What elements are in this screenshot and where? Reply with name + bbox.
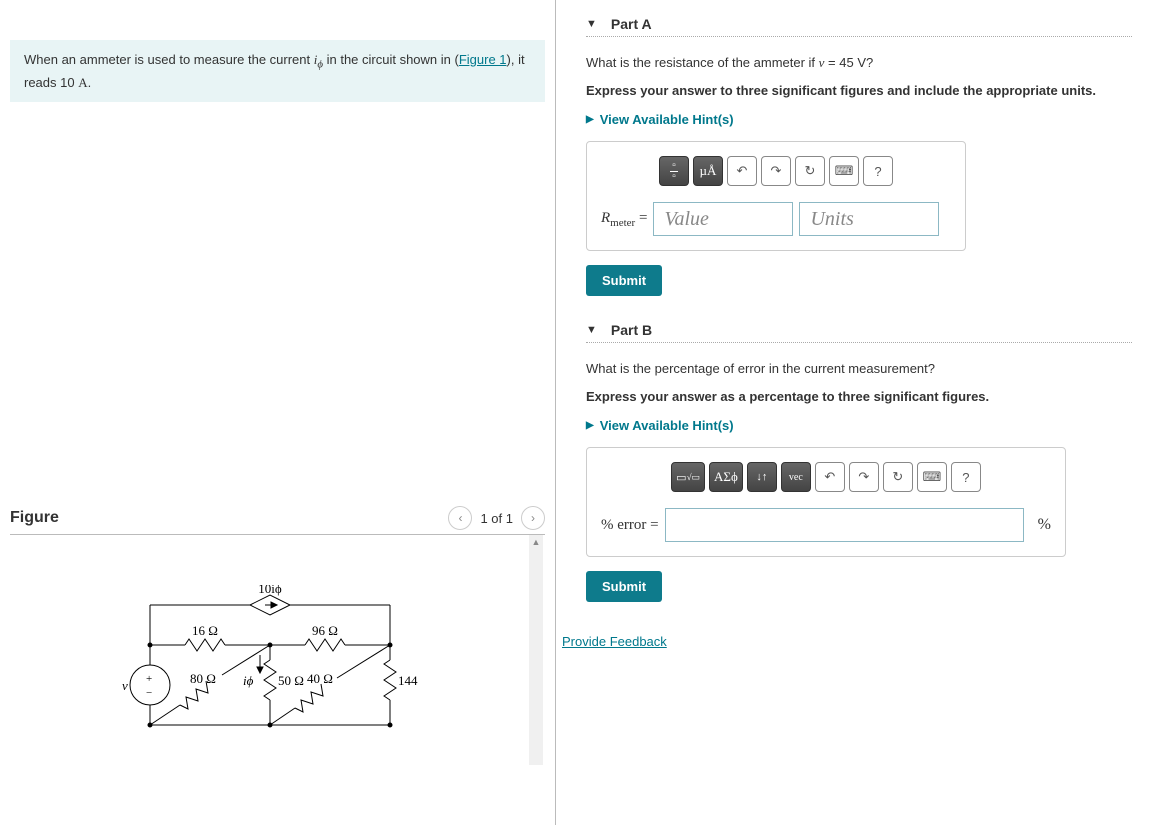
percent-suffix: %: [1030, 516, 1051, 534]
figure-prev-button[interactable]: ‹: [448, 506, 472, 530]
label-r3: 80 Ω: [190, 671, 216, 686]
units-button[interactable]: µÅ: [693, 156, 723, 186]
part-a-header[interactable]: ▼ Part A: [586, 16, 1132, 37]
figure-title: Figure: [10, 509, 59, 527]
part-a-instruction: Express your answer to three significant…: [586, 81, 1132, 101]
problem-text-mid: in the circuit shown in (: [323, 52, 459, 67]
part-a-hints-toggle[interactable]: ▶ View Available Hint(s): [586, 112, 1132, 127]
label-r2: 96 Ω: [312, 623, 338, 638]
part-b-title: Part B: [611, 322, 652, 338]
problem-statement: When an ammeter is used to measure the c…: [10, 40, 545, 102]
subscript-button[interactable]: ↓↑: [747, 462, 777, 492]
vector-button[interactable]: vec: [781, 462, 811, 492]
part-a-answer-area: ▫▫ µÅ ↶ ↷ ↻ ⌨ ? Rmeter = Value Units: [586, 141, 966, 251]
keyboard-button[interactable]: ⌨: [829, 156, 859, 186]
greek-button[interactable]: ΑΣϕ: [709, 462, 743, 492]
unit-A: A: [78, 75, 87, 90]
part-b-hints-toggle[interactable]: ▶ View Available Hint(s): [586, 418, 1132, 433]
label-r5: 40 Ω: [307, 671, 333, 686]
help-button[interactable]: ?: [951, 462, 981, 492]
part-b-submit-button[interactable]: Submit: [586, 571, 662, 602]
keyboard-button[interactable]: ⌨: [917, 462, 947, 492]
label-r1: 16 Ω: [192, 623, 218, 638]
label-r6: 144 Ω: [398, 673, 420, 688]
reset-button[interactable]: ↻: [883, 462, 913, 492]
svg-text:−: −: [146, 687, 152, 699]
problem-text: When an ammeter is used to measure the c…: [24, 52, 314, 67]
reset-button[interactable]: ↻: [795, 156, 825, 186]
part-b-instruction: Express your answer as a percentage to t…: [586, 387, 1132, 407]
label-v: v: [122, 678, 128, 693]
circuit-diagram: 10iϕ 16 Ω 96 Ω 80 Ω 50 Ω 40 Ω 144 Ω iϕ v…: [10, 535, 529, 755]
help-button[interactable]: ?: [863, 156, 893, 186]
part-a-title: Part A: [611, 16, 652, 32]
answer-label-rmeter: Rmeter =: [601, 210, 647, 229]
scroll-up-icon[interactable]: ▲: [530, 537, 542, 549]
units-input[interactable]: Units: [799, 202, 939, 236]
label-iphi: iϕ: [243, 673, 254, 688]
part-b-header[interactable]: ▼ Part B: [586, 322, 1132, 343]
label-top: 10iϕ: [258, 585, 282, 596]
collapse-icon: ▼: [586, 324, 597, 336]
redo-button[interactable]: ↷: [849, 462, 879, 492]
collapse-icon: ▼: [586, 18, 597, 30]
part-b-answer-area: ▭√▭ ΑΣϕ ↓↑ vec ↶ ↷ ↻ ⌨ ? % error = %: [586, 447, 1066, 557]
undo-button[interactable]: ↶: [727, 156, 757, 186]
expand-icon: ▶: [586, 420, 594, 431]
redo-button[interactable]: ↷: [761, 156, 791, 186]
template-button[interactable]: ▭√▭: [671, 462, 705, 492]
problem-end: .: [88, 75, 92, 90]
provide-feedback-link[interactable]: Provide Feedback: [562, 634, 667, 649]
value-input[interactable]: Value: [653, 202, 793, 236]
figure-next-button[interactable]: ›: [521, 506, 545, 530]
answer-label-error: % error =: [601, 517, 659, 534]
part-a-question: What is the resistance of the ammeter if…: [586, 53, 1132, 73]
svg-text:+: +: [146, 673, 152, 685]
part-b-question: What is the percentage of error in the c…: [586, 359, 1132, 379]
figure-nav: ‹ 1 of 1 ›: [448, 506, 545, 530]
fraction-button[interactable]: ▫▫: [659, 156, 689, 186]
figure-nav-label: 1 of 1: [480, 511, 513, 526]
expand-icon: ▶: [586, 114, 594, 125]
part-a-submit-button[interactable]: Submit: [586, 265, 662, 296]
figure-link[interactable]: Figure 1: [459, 52, 507, 67]
percent-error-input[interactable]: [665, 508, 1024, 542]
undo-button[interactable]: ↶: [815, 462, 845, 492]
label-r4: 50 Ω: [278, 673, 304, 688]
